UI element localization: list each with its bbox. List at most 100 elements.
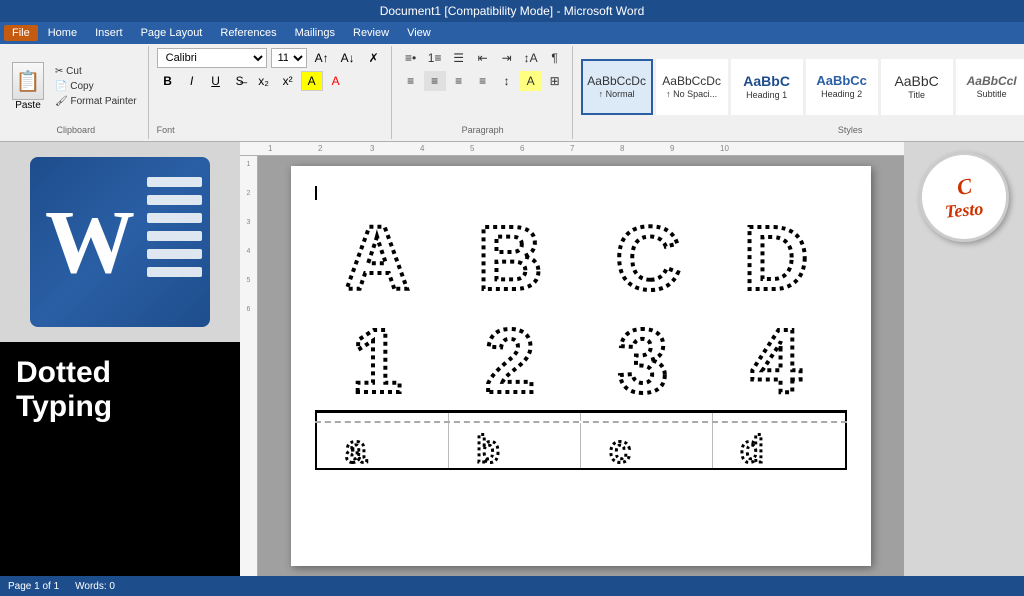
highlight-button[interactable]: A: [301, 71, 323, 91]
doc-area: 1 2 3 4 5 6 A: [240, 156, 904, 576]
svg-text:3: 3: [617, 312, 667, 402]
horizontal-ruler: 1 2 3 4 5 6 7 8 9 10: [240, 142, 904, 156]
number-3-svg: 3: [593, 307, 703, 402]
bullets-button[interactable]: ≡•: [400, 48, 422, 68]
increase-indent-button[interactable]: ⇥: [496, 48, 518, 68]
style-no-spacing-button[interactable]: AaBbCcDc ↑ No Spaci...: [656, 59, 728, 115]
strikethrough-button[interactable]: S̶: [229, 71, 251, 91]
style-title-button[interactable]: AaBbC Title: [881, 59, 953, 115]
menu-references[interactable]: References: [212, 25, 284, 41]
number-1-svg: 1: [327, 307, 437, 402]
style-title-preview: AaBbC: [894, 74, 938, 88]
justify-button[interactable]: ≡: [472, 71, 494, 91]
paste-label: Paste: [15, 100, 41, 111]
font-row1: Calibri 11 A↑ A↓ ✗: [157, 48, 385, 68]
word-line-3: [147, 213, 202, 223]
styles-section: AaBbCcDc ↑ Normal AaBbCcDc ↑ No Spaci...…: [575, 46, 1024, 139]
font-name-select[interactable]: Calibri: [157, 48, 267, 68]
grow-font-button[interactable]: A↑: [311, 48, 333, 68]
word-logo-bg: W: [30, 157, 210, 327]
svg-text:1: 1: [351, 312, 401, 402]
style-heading1-label: Heading 1: [746, 90, 787, 100]
svg-text:D: D: [743, 209, 808, 299]
ruler-area: 1 2 3 4 5 6 7 8 9 10 1 2 3 4 5 6: [240, 142, 904, 576]
word-logo-area: W: [0, 142, 240, 342]
menu-mailings[interactable]: Mailings: [287, 25, 343, 41]
subscript-button[interactable]: x₂: [253, 71, 275, 91]
numbering-button[interactable]: 1≡: [424, 48, 446, 68]
menu-page-layout[interactable]: Page Layout: [133, 25, 211, 41]
copy-button[interactable]: 📄 Copy: [52, 80, 140, 93]
paste-icon: 📋: [12, 62, 44, 100]
style-heading2-label: Heading 2: [821, 89, 862, 99]
uppercase-letters-row: A B C D: [315, 204, 847, 299]
grid-cell-2: [449, 413, 581, 421]
word-logo: W: [30, 157, 210, 327]
menu-review[interactable]: Review: [345, 25, 397, 41]
vertical-ruler: 1 2 3 4 5 6: [240, 156, 258, 576]
menu-view[interactable]: View: [399, 25, 439, 41]
page-count: Page 1 of 1: [8, 581, 59, 592]
sort-button[interactable]: ↕A: [520, 48, 542, 68]
cut-button[interactable]: ✂ Cut: [52, 65, 140, 78]
multilevel-button[interactable]: ☰: [448, 48, 470, 68]
font-size-select[interactable]: 11: [271, 48, 307, 68]
clear-format-button[interactable]: ✗: [363, 48, 385, 68]
font-label: Font: [157, 125, 385, 137]
document-page[interactable]: A B C D: [291, 166, 871, 566]
lowercase-b-cell: b: [449, 423, 581, 468]
dotted-typing-line1: Dotted: [16, 356, 224, 390]
spellcheck-area: ........: [315, 476, 847, 494]
font-color-button[interactable]: A: [325, 71, 347, 91]
bold-button[interactable]: B: [157, 71, 179, 91]
align-right-button[interactable]: ≡: [448, 71, 470, 91]
letter-b-small-svg: b: [453, 426, 543, 466]
shading-button[interactable]: A: [520, 71, 542, 91]
menu-file[interactable]: File: [4, 25, 38, 41]
style-heading1-button[interactable]: AaBbC Heading 1: [731, 59, 803, 115]
para-row1: ≡• 1≡ ☰ ⇤ ⇥ ↕A ¶: [400, 48, 566, 68]
menu-insert[interactable]: Insert: [87, 25, 131, 41]
decrease-indent-button[interactable]: ⇤: [472, 48, 494, 68]
paste-button[interactable]: 📋 Paste: [10, 60, 46, 113]
style-title-label: Title: [908, 90, 925, 100]
style-heading2-button[interactable]: AaBbCc Heading 2: [806, 59, 878, 115]
word-line-4: [147, 231, 202, 241]
shrink-font-button[interactable]: A↓: [337, 48, 359, 68]
superscript-button[interactable]: x²: [277, 71, 299, 91]
borders-button[interactable]: ⊞: [544, 71, 566, 91]
format-painter-button[interactable]: 🖌 Format Painter: [52, 95, 140, 108]
clipboard-label: Clipboard: [57, 125, 96, 137]
underline-button[interactable]: U: [205, 71, 227, 91]
font-row2: B I U S̶ x₂ x² A A: [157, 71, 385, 91]
page-container[interactable]: A B C D: [258, 156, 904, 576]
right-watermark-area: C Testo: [904, 142, 1024, 576]
svg-text:A: A: [344, 209, 409, 299]
word-line-2: [147, 195, 202, 205]
menu-home[interactable]: Home: [40, 25, 85, 41]
svg-text:a: a: [345, 429, 367, 466]
styles-row: AaBbCcDc ↑ Normal AaBbCcDc ↑ No Spaci...…: [581, 48, 1024, 125]
left-sidebar: W Dotted Typing: [0, 142, 240, 576]
italic-button[interactable]: I: [181, 71, 203, 91]
style-subtitle-button[interactable]: AaBbCcI Subtitle: [956, 59, 1024, 115]
line-spacing-button[interactable]: ↕: [496, 71, 518, 91]
style-normal-button[interactable]: AaBbCcDc ↑ Normal: [581, 59, 653, 115]
styles-label: Styles: [581, 125, 1024, 137]
lowercase-grid: a b c: [315, 423, 847, 470]
align-center-button[interactable]: ≡: [424, 71, 446, 91]
main-content: W Dotted Typing 1 2 3: [0, 142, 1024, 576]
word-line-6: [147, 267, 202, 277]
lowercase-d-cell: d: [713, 423, 845, 468]
show-hide-button[interactable]: ¶: [544, 48, 566, 68]
dotted-typing: Dotted Typing: [0, 342, 240, 576]
status-bar: Page 1 of 1 Words: 0: [0, 576, 1024, 596]
number-2-svg: 2: [460, 307, 570, 402]
style-normal-preview: AaBbCcDc: [587, 75, 646, 87]
svg-text:b: b: [476, 429, 499, 466]
grid-cell-4: [713, 413, 845, 421]
align-left-button[interactable]: ≡: [400, 71, 422, 91]
number-4-svg: 4: [726, 307, 836, 402]
letter-C-svg: C: [593, 204, 703, 299]
grid-cell-3: [581, 413, 713, 421]
